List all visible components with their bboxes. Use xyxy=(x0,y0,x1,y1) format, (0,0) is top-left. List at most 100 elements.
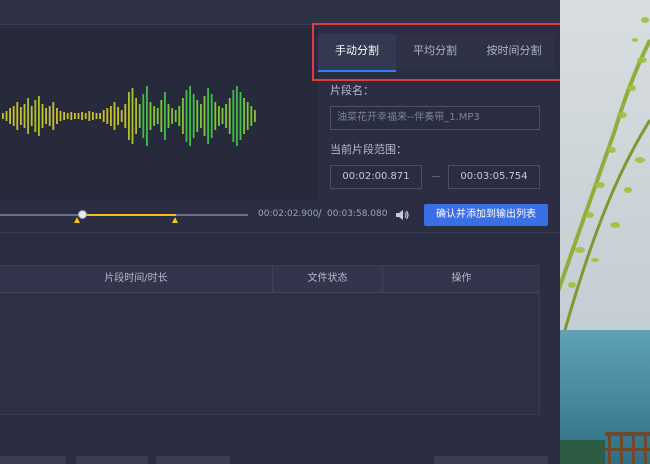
col-file-status: 文件状态 xyxy=(272,266,382,292)
waveform-bar xyxy=(196,100,199,132)
waveform-bar xyxy=(81,112,83,120)
waveform-bar xyxy=(228,98,231,134)
waveform-bar xyxy=(92,112,94,120)
waveform-bar xyxy=(203,96,206,136)
waveform-bar xyxy=(5,111,8,121)
end-marker[interactable] xyxy=(172,217,178,223)
waveform-bar xyxy=(142,94,145,138)
waveform-bar xyxy=(232,90,235,142)
table-header: 片段时间/时长 文件状态 操作 xyxy=(0,266,540,293)
top-bar xyxy=(0,0,560,25)
total-time: 00:03:58.080 xyxy=(327,209,388,219)
waveform-bar xyxy=(77,113,80,119)
bottom-bar xyxy=(0,446,560,464)
waveform-bar xyxy=(38,96,40,136)
waveform-bar xyxy=(2,113,4,119)
waveform-bar xyxy=(48,106,51,126)
waveform-panel[interactable] xyxy=(0,28,319,200)
end-time-field[interactable]: 00:03:05.754 xyxy=(448,165,540,189)
waveform-bar xyxy=(192,94,195,138)
waveform-bar xyxy=(84,113,87,119)
waveform-bar xyxy=(221,108,224,124)
waveform-bar xyxy=(20,107,22,125)
waveform-bar xyxy=(12,106,15,126)
waveform-bar xyxy=(171,108,173,124)
segment-name-label: 片段名： xyxy=(330,84,374,97)
waveform-bar xyxy=(218,106,220,126)
playhead-knob[interactable] xyxy=(78,210,87,219)
waveform-bar xyxy=(225,104,227,128)
range-dash xyxy=(432,176,440,177)
waveform-bar xyxy=(16,102,19,130)
highlight-box xyxy=(312,23,567,81)
waveform-bar xyxy=(207,88,209,144)
waveform-bar xyxy=(131,88,134,144)
waveform xyxy=(2,86,256,146)
waveform-bar xyxy=(120,110,123,122)
waveform-bar xyxy=(34,100,37,132)
col-segment-time: 片段时间/时长 xyxy=(104,273,168,284)
segment-range-label: 当前片段范围： xyxy=(330,143,407,156)
waveform-bar xyxy=(9,108,11,124)
waveform-bar xyxy=(153,106,155,126)
bottom-button[interactable] xyxy=(0,456,66,464)
waveform-bar xyxy=(99,113,101,119)
waveform-bar xyxy=(41,104,44,128)
waveform-bar xyxy=(160,100,163,132)
waveform-bar xyxy=(149,102,152,130)
waveform-bar xyxy=(70,112,73,120)
bottom-button[interactable] xyxy=(76,456,148,464)
waveform-bar xyxy=(102,110,105,122)
waveform-bar xyxy=(243,98,245,134)
confirm-add-button[interactable]: 确认并添加到输出列表 xyxy=(424,204,548,226)
waveform-bar xyxy=(254,110,256,122)
waveform-bar xyxy=(110,106,112,126)
waveform-bar xyxy=(113,102,116,130)
waveform-bar xyxy=(117,107,119,125)
waveform-bar xyxy=(182,98,184,134)
bottom-button[interactable] xyxy=(156,456,230,464)
time-separator: / xyxy=(318,207,322,220)
waveform-bar xyxy=(88,111,91,121)
waveform-bar xyxy=(156,108,159,124)
waveform-bar xyxy=(27,98,29,134)
waveform-bar xyxy=(66,113,69,119)
bottom-button[interactable] xyxy=(434,456,548,464)
waveform-bar xyxy=(95,113,98,119)
segment-table: 片段时间/时长 文件状态 操作 xyxy=(0,265,540,415)
waveform-bar xyxy=(185,90,188,142)
waveform-bar xyxy=(178,106,181,126)
waveform-bar xyxy=(146,86,148,146)
waveform-bar xyxy=(174,110,177,122)
col-actions: 操作 xyxy=(382,266,540,292)
waveform-bar xyxy=(214,102,217,130)
waveform-bar xyxy=(250,106,253,126)
playback-controls: 00:02:02.900 / 00:03:58.080 确认并添加到输出列表 xyxy=(0,200,560,233)
waveform-bar xyxy=(128,92,130,140)
waveform-bar xyxy=(164,92,166,140)
segment-name-input[interactable]: 油菜花开幸福来--伴奏带_1.MP3 xyxy=(330,106,540,130)
waveform-bar xyxy=(45,108,47,124)
waveform-bar xyxy=(52,102,55,130)
background-photo xyxy=(560,0,650,464)
waveform-bar xyxy=(239,92,242,140)
waveform-bar xyxy=(124,104,127,128)
volume-icon[interactable] xyxy=(394,208,410,222)
waveform-bar xyxy=(63,112,65,120)
waveform-bar xyxy=(23,104,26,128)
waveform-bar xyxy=(189,86,191,146)
waveform-bar xyxy=(236,86,238,146)
waveform-bar xyxy=(59,111,62,121)
selection-range xyxy=(80,214,176,216)
waveform-bar xyxy=(138,104,141,128)
waveform-bar xyxy=(106,108,109,124)
start-time-field[interactable]: 00:02:00.871 xyxy=(330,165,422,189)
waveform-bar xyxy=(74,113,76,119)
waveform-bar xyxy=(135,98,137,134)
waveform-bar xyxy=(30,106,33,126)
current-time: 00:02:02.900 xyxy=(258,209,319,219)
waveform-bar xyxy=(56,108,58,124)
waveform-bar xyxy=(167,104,170,128)
waveform-bar xyxy=(200,104,202,128)
waveform-bar xyxy=(246,102,249,130)
